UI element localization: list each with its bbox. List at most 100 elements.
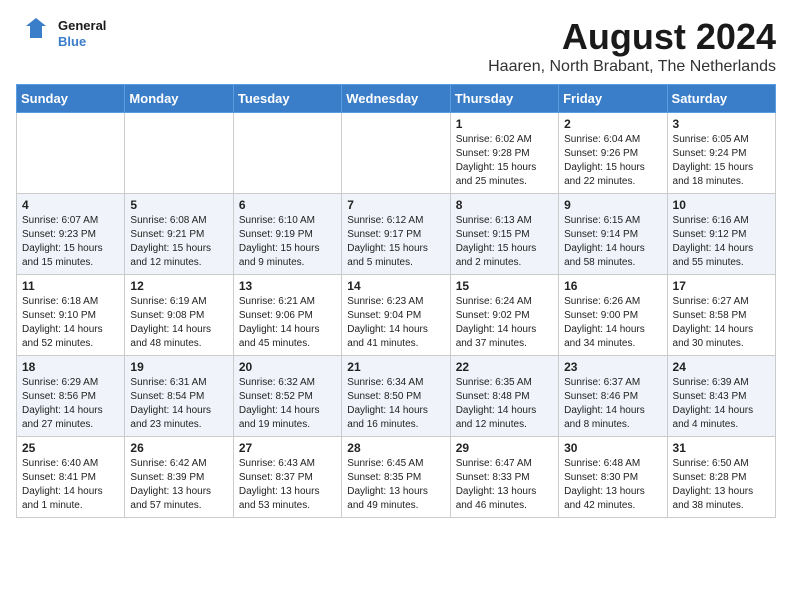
calendar-cell: 4Sunrise: 6:07 AM Sunset: 9:23 PM Daylig… — [17, 194, 125, 275]
logo-container: General Blue — [16, 16, 106, 52]
cell-details: Sunrise: 6:16 AM Sunset: 9:12 PM Dayligh… — [673, 214, 770, 270]
day-number: 6 — [239, 198, 336, 212]
calendar-cell: 26 Sunrise: 6:42 AM Sunset: 8:39 PM Dayli… — [125, 437, 233, 518]
day-number: 13 — [239, 279, 336, 293]
cell-details: Sunrise: 6:32 AM Sunset: 8:52 PM Dayligh… — [239, 376, 336, 432]
day-number: 23 — [564, 360, 661, 374]
month-title: August 2024 — [488, 16, 776, 58]
calendar-cell: 22 Sunrise: 6:35 AM Sunset: 8:48 PM Dayli… — [450, 356, 558, 437]
day-header-friday: Friday — [559, 85, 667, 113]
calendar-header-row: SundayMondayTuesdayWednesdayThursdayFrid… — [17, 85, 776, 113]
day-number: 1 — [456, 117, 553, 131]
cell-details: Sunrise: 6:40 AM Sunset: 8:41 PM Dayligh… — [22, 457, 119, 513]
logo-text: General Blue — [58, 18, 106, 49]
logo: General Blue — [16, 16, 106, 52]
cell-details: Sunrise: 6:08 AM Sunset: 9:21 PM Dayligh… — [130, 214, 227, 270]
calendar-cell: 15Sunrise: 6:24 AM Sunset: 9:02 PM Dayli… — [450, 275, 558, 356]
calendar-cell: 6 Sunrise: 6:10 AM Sunset: 9:19 PM Daylig… — [233, 194, 341, 275]
calendar-cell: 19Sunrise: 6:31 AM Sunset: 8:54 PM Dayli… — [125, 356, 233, 437]
cell-details: Sunrise: 6:39 AM Sunset: 8:43 PM Dayligh… — [673, 376, 770, 432]
day-number: 10 — [673, 198, 770, 212]
day-number: 12 — [130, 279, 227, 293]
cell-details: Sunrise: 6:29 AM Sunset: 8:56 PM Dayligh… — [22, 376, 119, 432]
week-row-5: 25 Sunrise: 6:40 AM Sunset: 8:41 PM Dayli… — [17, 437, 776, 518]
calendar-cell: 21 Sunrise: 6:34 AM Sunset: 8:50 PM Dayli… — [342, 356, 450, 437]
day-number: 25 — [22, 441, 119, 455]
calendar-cell: 20 Sunrise: 6:32 AM Sunset: 8:52 PM Dayli… — [233, 356, 341, 437]
calendar-cell: 10 Sunrise: 6:16 AM Sunset: 9:12 PM Dayli… — [667, 194, 775, 275]
calendar-cell: 9 Sunrise: 6:15 AM Sunset: 9:14 PM Daylig… — [559, 194, 667, 275]
calendar-cell: 27 Sunrise: 6:43 AM Sunset: 8:37 PM Dayli… — [233, 437, 341, 518]
logo-general: General — [58, 18, 106, 34]
day-number: 20 — [239, 360, 336, 374]
cell-details: Sunrise: 6:10 AM Sunset: 9:19 PM Dayligh… — [239, 214, 336, 270]
day-number: 21 — [347, 360, 444, 374]
cell-details: Sunrise: 6:04 AM Sunset: 9:26 PM Dayligh… — [564, 133, 661, 189]
cell-details: Sunrise: 6:27 AM Sunset: 8:58 PM Dayligh… — [673, 295, 770, 351]
day-number: 3 — [673, 117, 770, 131]
week-row-3: 11 Sunrise: 6:18 AM Sunset: 9:10 PM Dayli… — [17, 275, 776, 356]
day-number: 17 — [673, 279, 770, 293]
calendar-cell — [17, 113, 125, 194]
day-number: 26 — [130, 441, 227, 455]
cell-details: Sunrise: 6:31 AM Sunset: 8:54 PM Dayligh… — [130, 376, 227, 432]
cell-details: Sunrise: 6:12 AM Sunset: 9:17 PM Dayligh… — [347, 214, 444, 270]
day-number: 28 — [347, 441, 444, 455]
calendar-cell: 31Sunrise: 6:50 AM Sunset: 8:28 PM Dayli… — [667, 437, 775, 518]
calendar-cell: 18Sunrise: 6:29 AM Sunset: 8:56 PM Dayli… — [17, 356, 125, 437]
day-number: 31 — [673, 441, 770, 455]
day-number: 8 — [456, 198, 553, 212]
day-number: 22 — [456, 360, 553, 374]
calendar-cell: 11 Sunrise: 6:18 AM Sunset: 9:10 PM Dayli… — [17, 275, 125, 356]
location: Haaren, North Brabant, The Netherlands — [488, 58, 776, 76]
day-header-saturday: Saturday — [667, 85, 775, 113]
cell-details: Sunrise: 6:37 AM Sunset: 8:46 PM Dayligh… — [564, 376, 661, 432]
cell-details: Sunrise: 6:35 AM Sunset: 8:48 PM Dayligh… — [456, 376, 553, 432]
page-header: General Blue August 2024 Haaren, North B… — [16, 16, 776, 76]
week-row-4: 18Sunrise: 6:29 AM Sunset: 8:56 PM Dayli… — [17, 356, 776, 437]
day-number: 4 — [22, 198, 119, 212]
cell-details: Sunrise: 6:18 AM Sunset: 9:10 PM Dayligh… — [22, 295, 119, 351]
cell-details: Sunrise: 6:48 AM Sunset: 8:30 PM Dayligh… — [564, 457, 661, 513]
day-header-monday: Monday — [125, 85, 233, 113]
calendar-cell: 8 Sunrise: 6:13 AM Sunset: 9:15 PM Daylig… — [450, 194, 558, 275]
day-number: 5 — [130, 198, 227, 212]
day-number: 11 — [22, 279, 119, 293]
day-number: 14 — [347, 279, 444, 293]
day-number: 7 — [347, 198, 444, 212]
cell-details: Sunrise: 6:13 AM Sunset: 9:15 PM Dayligh… — [456, 214, 553, 270]
cell-details: Sunrise: 6:19 AM Sunset: 9:08 PM Dayligh… — [130, 295, 227, 351]
calendar-body: 1Sunrise: 6:02 AM Sunset: 9:28 PM Daylig… — [17, 113, 776, 518]
cell-details: Sunrise: 6:21 AM Sunset: 9:06 PM Dayligh… — [239, 295, 336, 351]
day-header-thursday: Thursday — [450, 85, 558, 113]
calendar-cell: 28Sunrise: 6:45 AM Sunset: 8:35 PM Dayli… — [342, 437, 450, 518]
calendar-cell: 12 Sunrise: 6:19 AM Sunset: 9:08 PM Dayli… — [125, 275, 233, 356]
title-block: August 2024 Haaren, North Brabant, The N… — [488, 16, 776, 76]
calendar-cell: 14 Sunrise: 6:23 AM Sunset: 9:04 PM Dayli… — [342, 275, 450, 356]
cell-details: Sunrise: 6:05 AM Sunset: 9:24 PM Dayligh… — [673, 133, 770, 189]
day-number: 24 — [673, 360, 770, 374]
day-header-sunday: Sunday — [17, 85, 125, 113]
cell-details: Sunrise: 6:15 AM Sunset: 9:14 PM Dayligh… — [564, 214, 661, 270]
calendar-cell — [125, 113, 233, 194]
calendar-cell: 1Sunrise: 6:02 AM Sunset: 9:28 PM Daylig… — [450, 113, 558, 194]
day-number: 16 — [564, 279, 661, 293]
day-number: 9 — [564, 198, 661, 212]
cell-details: Sunrise: 6:42 AM Sunset: 8:39 PM Dayligh… — [130, 457, 227, 513]
calendar-cell — [233, 113, 341, 194]
calendar-cell: 17 Sunrise: 6:27 AM Sunset: 8:58 PM Dayli… — [667, 275, 775, 356]
calendar-cell: 30Sunrise: 6:48 AM Sunset: 8:30 PM Dayli… — [559, 437, 667, 518]
day-header-tuesday: Tuesday — [233, 85, 341, 113]
calendar-cell — [342, 113, 450, 194]
calendar-cell: 3 Sunrise: 6:05 AM Sunset: 9:24 PM Daylig… — [667, 113, 775, 194]
cell-details: Sunrise: 6:24 AM Sunset: 9:02 PM Dayligh… — [456, 295, 553, 351]
cell-details: Sunrise: 6:26 AM Sunset: 9:00 PM Dayligh… — [564, 295, 661, 351]
cell-details: Sunrise: 6:43 AM Sunset: 8:37 PM Dayligh… — [239, 457, 336, 513]
cell-details: Sunrise: 6:34 AM Sunset: 8:50 PM Dayligh… — [347, 376, 444, 432]
day-header-wednesday: Wednesday — [342, 85, 450, 113]
logo-blue: Blue — [58, 34, 106, 50]
cell-details: Sunrise: 6:47 AM Sunset: 8:33 PM Dayligh… — [456, 457, 553, 513]
day-number: 27 — [239, 441, 336, 455]
day-number: 29 — [456, 441, 553, 455]
cell-details: Sunrise: 6:23 AM Sunset: 9:04 PM Dayligh… — [347, 295, 444, 351]
